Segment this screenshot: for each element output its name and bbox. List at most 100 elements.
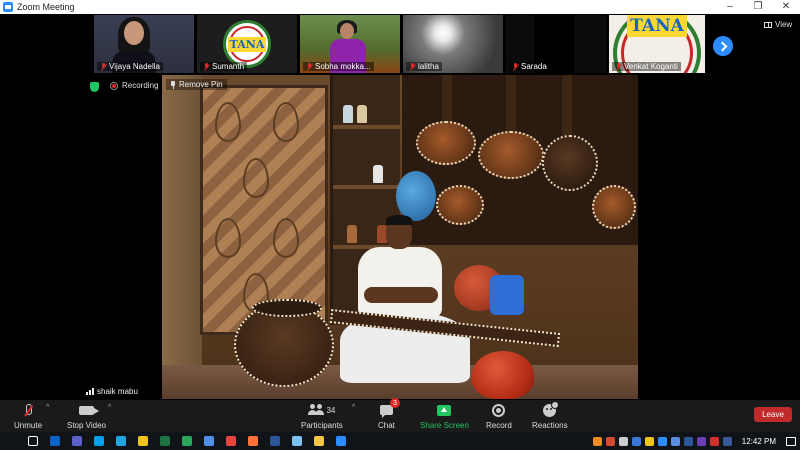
mic-muted-icon [409,62,416,71]
share-screen-label: Share Screen [420,421,469,430]
participants-icon [308,404,324,416]
record-button[interactable]: Record [486,403,512,430]
tray-app-2-icon[interactable] [605,436,615,446]
taskbar-app-zoom[interactable] [330,432,352,450]
clock[interactable]: 12:42 PM [742,437,776,446]
remove-pin-button[interactable]: Remove Pin [166,79,227,90]
meeting-stage: Vijaya Nadella TANA Sumanth Sobha mokka.… [0,14,800,400]
unmute-button[interactable]: Unmute [14,403,42,430]
store-icon [138,436,148,446]
minimize-button[interactable]: – [716,0,744,14]
recording-dot-icon [110,81,118,90]
participant-tile-sarada[interactable]: Sarada [506,15,606,73]
participants-button[interactable]: 34 Participants [301,403,343,430]
files-icon [292,436,302,446]
taskbar-app-word[interactable] [264,432,286,450]
view-layout-icon [764,21,772,28]
close-button[interactable]: ✕ [772,0,800,14]
taskbar-app-skype[interactable] [88,432,110,450]
participant-tile-sumanth[interactable]: TANA Sumanth [197,15,297,73]
mic-muted-icon [100,62,107,71]
taskbar-app-firefox[interactable] [242,432,264,450]
teams-icon [72,436,82,446]
participant-name-tag: Vijaya Nadella [97,62,163,71]
record-label: Record [486,421,512,430]
taskbar-app-files[interactable] [286,432,308,450]
taskbar-app-sheets[interactable] [176,432,198,450]
tray-app-11-icon[interactable] [722,436,732,446]
tray-app-4-icon[interactable] [631,436,641,446]
zoom-app-icon [3,2,13,12]
video-options-caret-icon[interactable]: ^ [108,404,111,411]
word-icon [270,436,280,446]
participant-tile-sobha[interactable]: Sobha mokka... [300,15,400,73]
video-scene-veena-top [252,299,322,317]
explorer-icon [314,436,324,446]
speaker-name: shaik mabu [97,387,138,396]
chat-unread-badge: 3 [390,398,400,408]
logo-text: TANA [227,36,267,52]
view-button[interactable]: View [764,20,792,29]
zoom-icon [336,436,346,446]
firefox-icon [248,436,258,446]
windows-logo-icon [6,436,16,446]
reactions-emoji-icon [543,400,560,417]
taskbar-app-photos[interactable] [198,432,220,450]
pinned-video[interactable]: Remove Pin [162,75,638,399]
outlook-icon [50,436,60,446]
taskbar-app-explorer[interactable] [308,432,330,450]
video-scene-red-pot [472,351,534,399]
mic-muted-icon [512,62,519,71]
active-speaker-label: shaik mabu [82,386,142,397]
taskbar-app-chrome[interactable] [220,432,242,450]
participant-name: Vijaya Nadella [109,62,160,71]
participant-tile-vijaya[interactable]: Vijaya Nadella [94,15,194,73]
stop-video-label: Stop Video [67,421,106,430]
audio-options-caret-icon[interactable]: ^ [46,404,49,411]
tray-app-10-icon[interactable] [709,436,719,446]
taskbar-app-teams[interactable] [66,432,88,450]
notification-center-icon[interactable] [786,436,796,446]
edge-icon [116,436,126,446]
pin-icon [170,80,176,89]
tray-app-5-icon[interactable] [644,436,654,446]
participant-tile-lalitha[interactable]: lalitha [403,15,503,73]
tray-app-3-icon[interactable] [618,436,628,446]
participants-count: 34 [326,405,336,415]
reactions-button[interactable]: Reactions [532,400,568,430]
participant-name-tag: Sumanth [200,62,248,71]
participants-options-caret-icon[interactable]: ^ [352,404,355,411]
tray-app-1-icon[interactable] [592,436,602,446]
meeting-toolbar: Unmute ^ Stop Video ^ 34 Participants ^ … [0,400,800,432]
start-button[interactable] [0,432,22,450]
reactions-label: Reactions [532,421,568,430]
taskbar-app-excel[interactable] [154,432,176,450]
participant-name: Sarada [521,62,547,71]
photos-icon [204,436,214,446]
chrome-icon [226,436,236,446]
participant-name: Sobha mokka... [315,62,371,71]
tray-app-8-icon[interactable] [683,436,693,446]
tray-app-7-icon[interactable] [670,436,680,446]
maximize-button[interactable]: ❐ [744,0,772,14]
excel-icon [160,436,170,446]
share-screen-icon [437,404,452,416]
tray-app-6-icon[interactable] [657,436,667,446]
tray-icons [592,436,732,446]
stop-video-button[interactable]: Stop Video [67,403,106,430]
taskbar-app-outlook[interactable] [44,432,66,450]
share-screen-button[interactable]: Share Screen [420,403,469,430]
taskbar-app-store[interactable] [132,432,154,450]
video-scene-carpet [200,85,328,335]
participant-tile-venkat[interactable]: TANA Venkat Koganti [609,15,705,73]
video-camera-icon [79,405,99,415]
taskbar-app-edge[interactable] [110,432,132,450]
recording-indicator[interactable]: Recording [110,81,158,90]
next-page-arrow-icon[interactable] [713,36,733,56]
mic-muted-icon [23,403,33,417]
search-button[interactable] [22,432,44,450]
video-scene-person [340,215,470,387]
leave-button[interactable]: Leave [754,407,792,422]
tray-app-9-icon[interactable] [696,436,706,446]
security-shield-icon[interactable] [90,82,99,92]
